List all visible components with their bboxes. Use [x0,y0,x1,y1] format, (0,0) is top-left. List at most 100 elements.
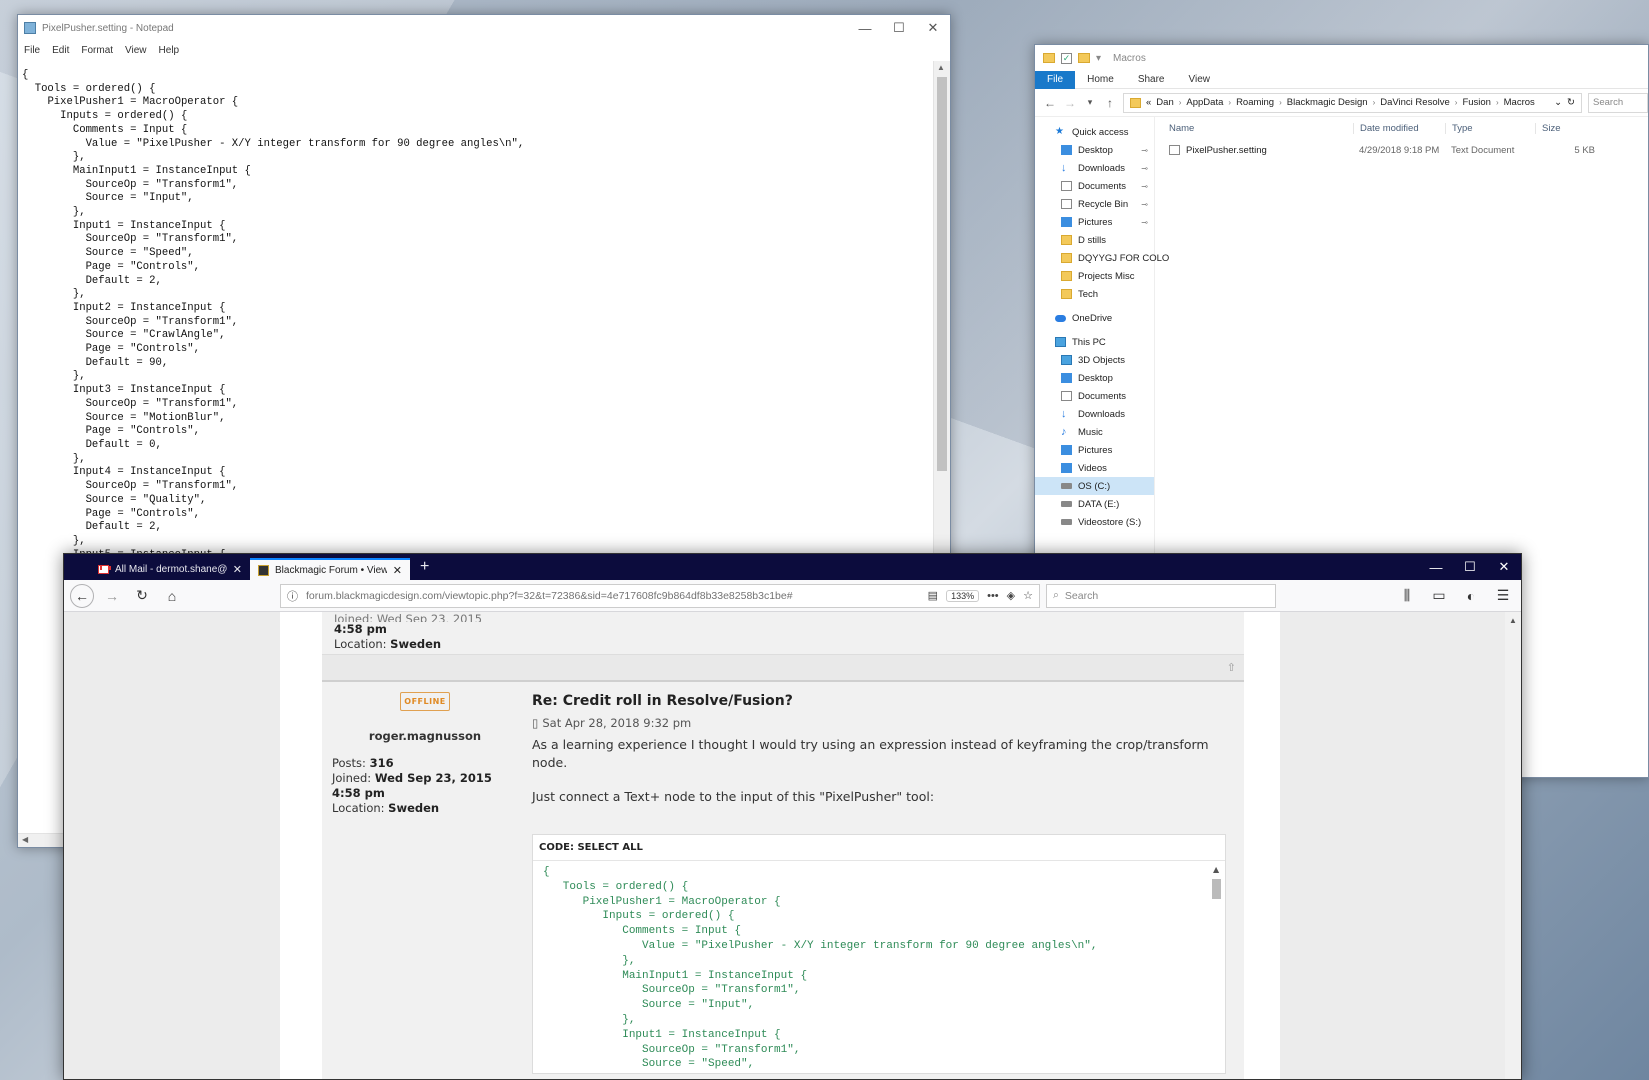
sidebar-item-tech[interactable]: Tech [1035,285,1154,303]
sidebar-item-onedrive[interactable]: OneDrive [1035,309,1154,327]
close-tab-icon[interactable]: ✕ [393,564,402,577]
chevron-down-icon[interactable]: ⌄ [1554,97,1562,108]
close-tab-icon[interactable]: ✕ [233,563,242,576]
menu-view[interactable]: View [125,45,147,56]
sidebar-item-documents[interactable]: Documents ⊸ [1035,177,1154,195]
code-content[interactable]: { Tools = ordered() { PixelPusher1 = Mac… [543,865,1207,1073]
breadcrumb[interactable]: « Dan › AppData › Roaming › Blackmagic D… [1123,92,1582,113]
breadcrumb-item[interactable]: Blackmagic Design [1287,97,1368,108]
sidebar-item-videostore-s[interactable]: Videostore (S:) [1035,513,1154,531]
back-button[interactable]: ← [70,583,94,608]
bookmark-star-icon[interactable]: ☆ [1023,589,1033,602]
reader-view-icon[interactable]: ▤ [928,589,938,602]
scrollbar-thumb[interactable] [937,77,947,471]
home-button[interactable]: ⌂ [160,584,184,608]
ribbon-tab-home[interactable]: Home [1075,71,1126,89]
library-icon[interactable]: ⫼ [1395,584,1419,608]
breadcrumb-item[interactable]: Dan [1156,97,1173,108]
scroll-up-icon[interactable]: ▲ [1509,616,1517,625]
url-text[interactable]: forum.blackmagicdesign.com/viewtopic.php… [306,590,920,602]
explorer-titlebar[interactable]: ✓ ▾ Macros [1035,45,1648,71]
new-folder-icon[interactable] [1078,53,1090,63]
notepad-titlebar[interactable]: PixelPusher.setting - Notepad — ☐ ✕ [18,15,950,41]
sidebar-item-downloads[interactable]: ↓ Downloads ⊸ [1035,159,1154,177]
file-name[interactable]: PixelPusher.setting [1186,145,1267,156]
properties-icon[interactable]: ✓ [1061,52,1072,64]
pocket-icon[interactable]: ◈ [1007,589,1015,602]
breadcrumb-item[interactable]: Roaming [1236,97,1274,108]
minimize-button[interactable]: — [848,15,882,41]
sidebar-item-desktop[interactable]: Desktop [1035,369,1154,387]
menu-file[interactable]: File [24,45,40,56]
maximize-button[interactable]: ☐ [1453,554,1487,580]
scroll-up-icon[interactable]: ▲ [937,63,945,72]
sidebar-item-projects-misc[interactable]: Projects Misc [1035,267,1154,285]
back-to-top-icon[interactable]: ⇧ [1227,661,1236,674]
post-icon[interactable]: ▯ [532,716,538,730]
forward-button[interactable]: → [100,584,124,608]
scrollbar-thumb[interactable] [1212,879,1221,899]
breadcrumb-item[interactable]: AppData [1186,97,1223,108]
sidebar-icon[interactable]: ▭ [1427,584,1451,608]
ribbon-tab-share[interactable]: Share [1126,71,1177,89]
sidebar-item-documents[interactable]: Documents [1035,387,1154,405]
sidebar-item-d-stills[interactable]: D stills [1035,231,1154,249]
scroll-left-icon[interactable]: ◀ [22,835,28,844]
code-select-all-link[interactable]: CODE: SELECT ALL [533,835,1225,861]
breadcrumb-overflow[interactable]: « [1146,97,1151,108]
ribbon-tab-file[interactable]: File [1035,70,1076,89]
post-title[interactable]: Re: Credit roll in Resolve/Fusion? [532,688,1226,714]
column-date-modified[interactable]: Date modified [1353,122,1445,134]
up-arrow-icon[interactable]: ↑ [1103,96,1117,110]
info-icon[interactable]: ⓘ [287,588,298,604]
sidebar-item-recycle-bin[interactable]: Recycle Bin ⊸ [1035,195,1154,213]
close-button[interactable]: ✕ [1487,554,1521,580]
sidebar-item-data-e[interactable]: DATA (E:) [1035,495,1154,513]
column-name[interactable]: Name [1155,123,1353,134]
sidebar-item-videos[interactable]: Videos [1035,459,1154,477]
browser-search-input[interactable]: ⌕ Search [1046,583,1276,608]
sidebar-item-3d-objects[interactable]: 3D Objects [1035,351,1154,369]
sidebar-item-quick-access[interactable]: ★ Quick access [1035,123,1154,141]
breadcrumb-item[interactable]: Macros [1504,97,1535,108]
tab-gmail[interactable]: All Mail - dermot.shane@gmail ✕ [90,558,250,580]
sidebar-item-pictures[interactable]: Pictures ⊸ [1035,213,1154,231]
explorer-search-input[interactable]: Search [1588,92,1648,113]
firefox-window[interactable]: All Mail - dermot.shane@gmail ✕ Blackmag… [63,553,1522,1080]
sidebar-item-dqyygj-for-colo[interactable]: DQYYGJ FOR COLO [1035,249,1169,267]
minimize-button[interactable]: — [1419,554,1453,580]
sidebar-item-pictures[interactable]: Pictures [1035,441,1154,459]
refresh-icon[interactable]: ↻ [1567,97,1575,108]
menu-help[interactable]: Help [159,45,180,56]
breadcrumb-item[interactable]: DaVinci Resolve [1380,97,1450,108]
maximize-button[interactable]: ☐ [882,15,916,41]
sidebar-item-this-pc[interactable]: This PC [1035,333,1154,351]
scroll-up-icon[interactable]: ▲ [1213,865,1219,874]
ribbon-tab-view[interactable]: View [1177,71,1223,89]
url-bar[interactable]: ⓘ forum.blackmagicdesign.com/viewtopic.p… [280,583,1040,608]
menu-format[interactable]: Format [81,45,113,56]
sidebar-item-downloads[interactable]: ↓ Downloads [1035,405,1154,423]
page-actions-icon[interactable]: ••• [987,590,999,602]
file-row[interactable]: PixelPusher.setting 4/29/2018 9:18 PM Te… [1155,139,1648,161]
back-arrow-icon[interactable]: ← [1043,96,1057,110]
sidebar-item-music[interactable]: ♪ Music [1035,423,1154,441]
tab-blackmagic-forum[interactable]: Blackmagic Forum • View topic ✕ [250,558,410,580]
column-type[interactable]: Type [1445,122,1535,134]
new-tab-button[interactable]: + [410,558,439,580]
menu-icon[interactable]: ☰ [1491,584,1515,608]
page-scrollbar[interactable]: ▲ [1505,612,1521,1079]
close-button[interactable]: ✕ [916,15,950,41]
recent-locations-icon[interactable]: ▾ [1083,97,1097,108]
breadcrumb-item[interactable]: Fusion [1462,97,1491,108]
code-scrollbar[interactable]: ▲ [1211,865,1223,1073]
menu-edit[interactable]: Edit [52,45,69,56]
author-username[interactable]: roger.magnusson [332,729,518,744]
extension-icon[interactable]: ◐ [1459,584,1483,608]
reload-button[interactable]: ↻ [130,584,154,608]
zoom-level[interactable]: 133% [946,589,980,602]
column-size[interactable]: Size [1535,122,1595,134]
sidebar-item-os-c[interactable]: OS (C:) [1035,477,1154,495]
forward-arrow-icon[interactable]: → [1063,96,1077,110]
dropdown-icon[interactable]: ▾ [1096,53,1101,64]
